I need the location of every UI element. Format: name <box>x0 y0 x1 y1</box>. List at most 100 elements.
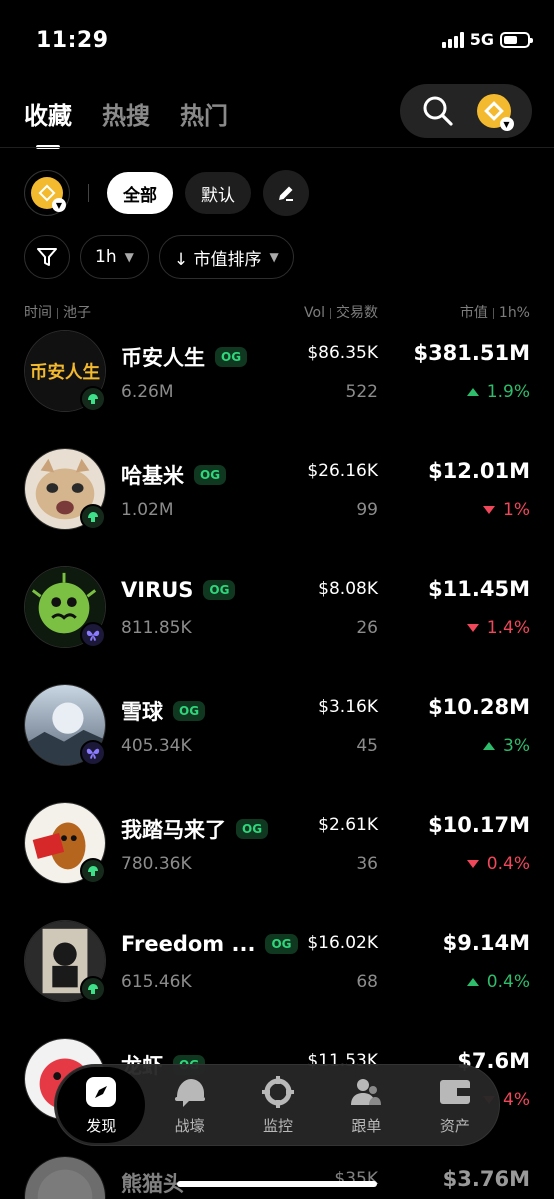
funnel-icon <box>37 248 57 266</box>
token-market-cap: $10.17M <box>428 813 530 837</box>
og-badge: OG <box>215 347 248 367</box>
token-volume: $26.16K <box>307 461 378 481</box>
group-default-button[interactable]: 默认 <box>185 172 251 214</box>
token-pool: 780.36K <box>121 854 192 874</box>
header-pool[interactable]: 池子 <box>63 305 91 321</box>
token-tx-count: 522 <box>345 382 378 402</box>
bottom-nav: 发现 战壕 监控 跟单 资产 <box>54 1064 500 1146</box>
token-volume: $8.08K <box>318 579 378 599</box>
token-name: 熊猫头 <box>121 1172 184 1196</box>
butterfly-icon <box>80 622 106 648</box>
helmet-icon <box>174 1078 205 1107</box>
arrow-down-icon <box>466 624 479 632</box>
top-actions: ▼ <box>400 84 532 138</box>
og-badge: OG <box>203 580 236 600</box>
timeframe-select[interactable]: 1h ▼ <box>80 235 149 279</box>
hand-icon <box>80 976 106 1002</box>
token-name: 币安人生 <box>121 346 205 370</box>
token-market-cap: $11.45M <box>428 577 530 601</box>
token-pool: 1.02M <box>121 500 174 520</box>
token-name: 哈基米 <box>121 464 184 488</box>
caret-down-icon: ▼ <box>124 250 134 264</box>
bnb-chain-icon: ▼ <box>31 177 66 212</box>
token-row[interactable]: Freedom ... OG 615.46K $16.02K 68 $9.14M… <box>0 920 554 1038</box>
chain-selector[interactable]: ▼ <box>24 170 70 216</box>
pencil-icon <box>279 186 293 201</box>
search-icon[interactable] <box>422 95 454 127</box>
filter-row-groups: ▼ 全部 默认 <box>24 170 309 216</box>
token-market-cap: $12.01M <box>428 459 530 483</box>
arrow-down-icon <box>466 860 479 868</box>
tab-favorites[interactable]: 收藏 <box>24 96 72 149</box>
token-row[interactable]: VIRUS OG 811.85K $8.08K 26 $11.45M 1.4% <box>0 566 554 684</box>
token-change: 3% <box>483 736 530 756</box>
group-all-button[interactable]: 全部 <box>107 172 173 214</box>
home-indicator <box>177 1181 377 1187</box>
og-badge: OG <box>173 701 206 721</box>
hand-icon <box>80 504 106 530</box>
nav-copytrade[interactable]: 跟单 <box>322 1065 410 1145</box>
header-txs[interactable]: 交易数 <box>336 305 378 321</box>
og-badge: OG <box>194 465 227 485</box>
nav-trenches[interactable]: 战壕 <box>145 1065 233 1145</box>
token-row[interactable]: 熊猫头 $35K $3.76M <box>0 1156 554 1199</box>
crosshair-icon <box>262 1075 295 1108</box>
butterfly-icon <box>80 740 106 766</box>
signal-icon <box>441 31 464 48</box>
caret-down-icon: ▼ <box>269 250 279 264</box>
token-row[interactable]: 币安人生 币安人生 OG 6.26M $86.35K 522 $381.51M … <box>0 330 554 448</box>
status-bar: 11:29 5G <box>0 0 554 80</box>
token-tx-count: 26 <box>356 618 378 638</box>
token-tx-count: 99 <box>356 500 378 520</box>
token-market-cap: $10.28M <box>428 695 530 719</box>
header-mcap[interactable]: 市值 <box>460 305 488 321</box>
og-badge: OG <box>236 819 269 839</box>
battery-icon <box>500 31 533 48</box>
hand-icon <box>80 858 106 884</box>
hand-icon <box>80 386 106 412</box>
token-change: 0.4% <box>466 972 530 992</box>
arrow-up-icon <box>466 978 479 986</box>
arrow-up-icon <box>466 388 479 396</box>
top-tabs: 收藏 热搜 热门 <box>24 96 228 149</box>
edit-groups-button[interactable] <box>263 170 309 216</box>
token-pool: 811.85K <box>121 618 192 638</box>
token-volume: $3.16K <box>318 697 378 717</box>
status-time: 11:29 <box>36 28 109 53</box>
sort-value: ↓ 市值排序 <box>173 249 262 270</box>
tab-trending[interactable]: 热门 <box>180 96 228 131</box>
header-change[interactable]: 1h% <box>499 305 530 321</box>
token-avatar <box>24 1156 106 1199</box>
token-row[interactable]: 哈基米 OG 1.02M $26.16K 99 $12.01M 1% <box>0 448 554 566</box>
network-type: 5G <box>469 30 494 49</box>
token-change: 1.9% <box>466 382 530 402</box>
header-time[interactable]: 时间 <box>24 305 52 321</box>
tab-hot-search[interactable]: 热搜 <box>102 96 150 131</box>
token-market-cap: $9.14M <box>442 931 530 955</box>
token-row[interactable]: 我踏马来了 OG 780.36K $2.61K 36 $10.17M 0.4% <box>0 802 554 920</box>
nav-assets[interactable]: 资产 <box>411 1065 499 1145</box>
filter-button[interactable] <box>24 235 70 279</box>
token-change: 0.4% <box>466 854 530 874</box>
token-market-cap: $381.51M <box>413 341 530 365</box>
avatar-logo-text: 币安人生 <box>30 362 100 383</box>
users-icon <box>351 1078 382 1105</box>
token-tx-count: 45 <box>356 736 378 756</box>
divider <box>88 184 89 202</box>
token-pool: 6.26M <box>121 382 174 402</box>
compass-icon <box>86 1076 117 1107</box>
token-change: 1.4% <box>466 618 530 638</box>
token-pool: 405.34K <box>121 736 192 756</box>
arrow-down-icon <box>483 506 496 514</box>
header-vol[interactable]: Vol <box>304 305 325 321</box>
token-change: 1% <box>483 500 530 520</box>
token-name: Freedom ... <box>121 932 256 956</box>
nav-discover[interactable]: 发现 <box>57 1067 146 1143</box>
timeframe-value: 1h <box>95 247 117 267</box>
arrow-up-icon <box>483 742 496 750</box>
token-name: 雪球 <box>121 700 163 724</box>
nav-monitor[interactable]: 监控 <box>234 1065 322 1145</box>
sort-select[interactable]: ↓ 市值排序 ▼ <box>158 235 294 279</box>
token-row[interactable]: 雪球 OG 405.34K $3.16K 45 $10.28M 3% <box>0 684 554 802</box>
bnb-chain-icon[interactable]: ▼ <box>476 94 514 131</box>
